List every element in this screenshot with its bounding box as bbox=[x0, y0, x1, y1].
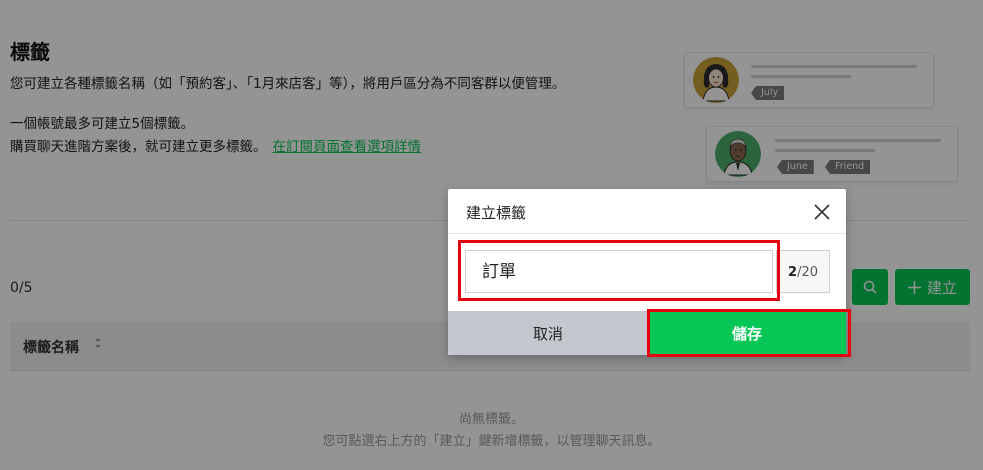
save-highlight-box bbox=[647, 309, 851, 357]
create-tag-modal: 建立標籤 訂單 2/20 取消 儲存 bbox=[448, 189, 851, 357]
close-icon[interactable] bbox=[812, 202, 832, 222]
input-highlight-box bbox=[458, 240, 780, 301]
char-count-max: /20 bbox=[797, 265, 818, 280]
cancel-button[interactable]: 取消 bbox=[448, 311, 648, 355]
modal-title: 建立標籤 bbox=[466, 204, 527, 222]
char-count-current: 2 bbox=[788, 265, 798, 280]
char-counter: 2/20 bbox=[776, 250, 830, 293]
modal-divider bbox=[448, 233, 846, 234]
